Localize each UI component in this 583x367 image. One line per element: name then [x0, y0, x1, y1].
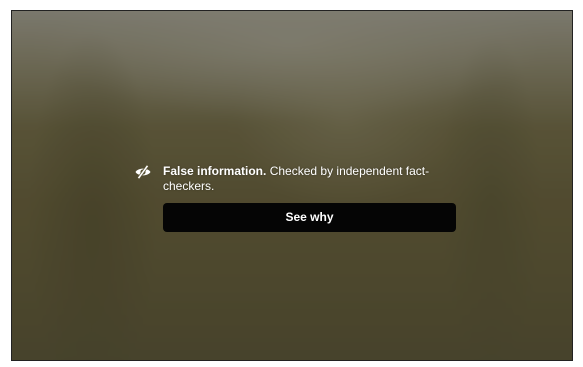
false-information-overlay: False information. Checked by independen… [134, 164, 456, 232]
fact-check-notice: False information. Checked by independen… [134, 164, 456, 194]
eye-slash-icon [135, 165, 151, 179]
blurred-media-frame: False information. Checked by independen… [11, 10, 573, 361]
see-why-button[interactable]: See why [163, 203, 456, 232]
notice-text: False information. Checked by independen… [163, 164, 456, 194]
notice-title: False information. [163, 164, 267, 178]
